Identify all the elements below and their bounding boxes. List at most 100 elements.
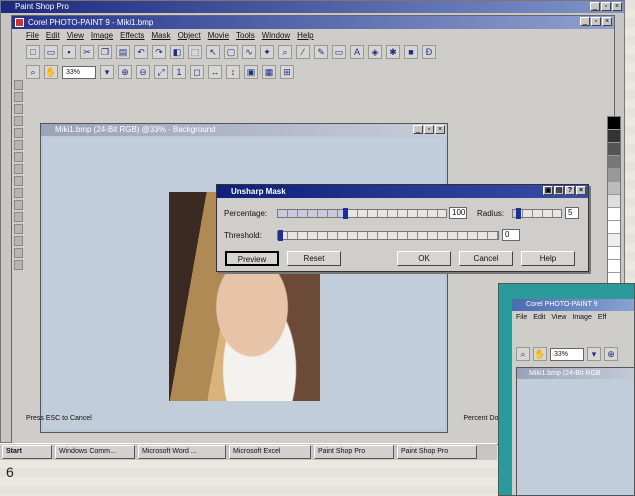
taskbar-item-microsoft-word[interactable]: Microsoft Word ... <box>138 445 226 459</box>
text-icon[interactable]: A <box>350 45 364 59</box>
canvas-area[interactable] <box>43 137 445 430</box>
color-palette[interactable] <box>607 116 621 296</box>
menu-help[interactable]: Help <box>297 30 313 42</box>
mask-icon[interactable]: ◧ <box>170 45 184 59</box>
redo-icon[interactable]: ↷ <box>152 45 166 59</box>
zoom-all-icon[interactable]: ▣ <box>244 65 258 79</box>
color-icon[interactable]: ■ <box>404 45 418 59</box>
reset-button[interactable]: Reset <box>287 251 341 266</box>
eyedropper-icon[interactable]: ⁄ <box>296 45 310 59</box>
brush-icon[interactable]: ✎ <box>314 45 328 59</box>
radius-slider[interactable] <box>512 208 562 219</box>
color-swatch-icon[interactable] <box>13 260 23 270</box>
percentage-slider[interactable] <box>277 208 447 219</box>
preview-window-icon[interactable]: ▣ <box>543 186 553 195</box>
threshold-slider-thumb[interactable] <box>278 230 283 241</box>
text-tool-icon[interactable] <box>13 248 23 258</box>
clone-icon[interactable]: Ɖ <box>422 45 436 59</box>
pointer-icon[interactable]: ↖ <box>206 45 220 59</box>
close-icon[interactable]: × <box>602 17 612 26</box>
app-title-bar[interactable]: Corel PHOTO-PAINT 9 - Miki1.bmp _ ▫ × <box>12 16 614 29</box>
close-icon[interactable]: × <box>435 125 445 134</box>
zoom-level-select[interactable]: 33% <box>550 347 584 361</box>
paste-icon[interactable]: ▤ <box>116 45 130 59</box>
rect-mask-icon[interactable]: ▢ <box>224 45 238 59</box>
open-icon[interactable]: ▭ <box>44 45 58 59</box>
menu-effects[interactable]: Effects <box>120 30 144 42</box>
zoom-width-icon[interactable]: ↔ <box>208 65 222 79</box>
eraser-tool-icon[interactable] <box>13 140 23 150</box>
zoom-window-icon[interactable]: ◻ <box>190 65 204 79</box>
mask-tool-icon[interactable] <box>13 92 23 102</box>
close-icon[interactable]: × <box>576 186 586 195</box>
effect-icon[interactable]: ✱ <box>386 45 400 59</box>
hand-icon[interactable]: ✋ <box>44 65 58 79</box>
clone-tool-icon[interactable] <box>13 200 23 210</box>
menu-view[interactable]: View <box>67 30 84 42</box>
copy-icon[interactable]: ❐ <box>98 45 112 59</box>
menu-edit[interactable]: Edit <box>46 30 60 42</box>
minimize-icon[interactable]: _ <box>413 125 423 134</box>
dialog-title-bar[interactable]: Unsharp Mask ▣ ▤ ? × <box>217 185 588 198</box>
maximize-icon[interactable]: ▫ <box>424 125 434 134</box>
threshold-value[interactable]: 0 <box>502 229 520 241</box>
menu-edit[interactable]: Edit <box>533 314 545 321</box>
shape-icon[interactable]: ▭ <box>332 45 346 59</box>
second-window-title-bar[interactable]: Corel PHOTO-PAINT 9 <box>512 299 634 311</box>
undo-icon[interactable]: ↶ <box>134 45 148 59</box>
layers-icon[interactable]: ▦ <box>262 65 276 79</box>
lasso-icon[interactable]: ∿ <box>242 45 256 59</box>
eyedropper-tool-icon[interactable] <box>13 128 23 138</box>
ok-button[interactable]: OK <box>397 251 451 266</box>
restore-icon[interactable]: ▫ <box>591 17 601 26</box>
document-title-bar[interactable]: Miki1.bmp (24-Bit RGB) @33% - Background… <box>41 124 447 136</box>
navigator-icon[interactable]: ⊞ <box>280 65 294 79</box>
new-icon[interactable]: □ <box>26 45 40 59</box>
curve-tool-icon[interactable] <box>13 164 23 174</box>
menu-image[interactable]: Image <box>91 30 113 42</box>
chevron-down-icon[interactable]: ▾ <box>100 65 114 79</box>
zoom-fit-icon[interactable]: ⤢ <box>154 65 168 79</box>
menu-mask[interactable]: Mask <box>151 30 170 42</box>
zoom-icon[interactable]: ⌕ <box>278 45 292 59</box>
maximize-icon[interactable]: ▫ <box>601 2 611 11</box>
select-icon[interactable]: ⬚ <box>188 45 202 59</box>
save-icon[interactable]: ▪ <box>62 45 76 59</box>
zoom-icon[interactable]: ⌕ <box>26 65 40 79</box>
percentage-slider-thumb[interactable] <box>343 208 349 219</box>
brush-tool-icon[interactable] <box>13 176 23 186</box>
menu-effects[interactable]: Eff <box>598 314 606 321</box>
zoom-out-icon[interactable]: ⊖ <box>136 65 150 79</box>
menu-file[interactable]: File <box>516 314 527 321</box>
menu-object[interactable]: Object <box>178 30 201 42</box>
menu-window[interactable]: Window <box>262 30 290 42</box>
cut-icon[interactable]: ✂ <box>80 45 94 59</box>
zoom-icon[interactable]: ⌕ <box>516 347 530 361</box>
menu-image[interactable]: Image <box>572 314 591 321</box>
help-icon[interactable]: ? <box>565 186 575 195</box>
taskbar-item-windows-comm[interactable]: Windows Comm... <box>55 445 135 459</box>
percentage-value[interactable]: 100 <box>449 207 467 219</box>
rectangle-tool-icon[interactable] <box>13 224 23 234</box>
minimize-icon[interactable]: _ <box>580 17 590 26</box>
magic-wand-icon[interactable]: ✦ <box>260 45 274 59</box>
menu-file[interactable]: File <box>26 30 39 42</box>
menu-view[interactable]: View <box>551 314 566 321</box>
menu-movie[interactable]: Movie <box>208 30 229 42</box>
line-tool-icon[interactable] <box>13 152 23 162</box>
preview-button[interactable]: Preview <box>225 251 279 266</box>
zoom-100-icon[interactable]: 1 <box>172 65 186 79</box>
fill-tool-icon[interactable] <box>13 212 23 222</box>
taskbar-item-paint-shop-pro-2[interactable]: Paint Shop Pro <box>397 445 477 459</box>
chevron-down-icon[interactable]: ▾ <box>587 347 601 361</box>
fill-icon[interactable]: ◈ <box>368 45 382 59</box>
zoom-tool-icon[interactable] <box>13 116 23 126</box>
radius-value[interactable]: 5 <box>565 207 579 219</box>
zoom-level-select[interactable]: 33% <box>62 65 96 79</box>
radius-slider-thumb[interactable] <box>515 208 521 219</box>
zoom-in-icon[interactable]: ⊕ <box>118 65 132 79</box>
effect-tool-icon[interactable] <box>13 188 23 198</box>
pick-tool-icon[interactable] <box>13 80 23 90</box>
zoom-height-icon[interactable]: ↕ <box>226 65 240 79</box>
zoom-in-icon[interactable]: ⊕ <box>604 347 618 361</box>
